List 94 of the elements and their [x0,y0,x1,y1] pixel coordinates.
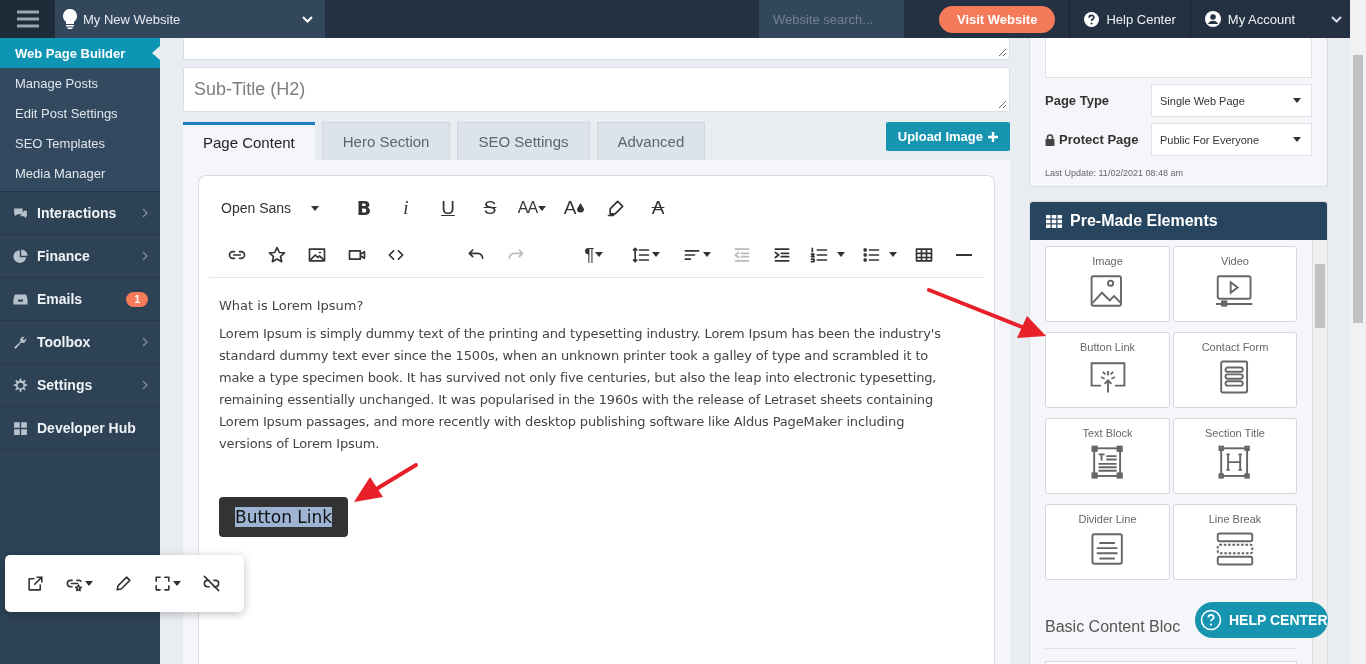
sidebar-item[interactable]: Interactions [0,192,160,235]
plus-icon [988,131,998,142]
caret-icon [888,252,897,257]
protect-page-label: Protect Page [1059,132,1139,147]
paragraph-button[interactable]: ¶ [568,238,620,271]
sidebar-subitem[interactable]: Manage Posts [0,68,160,98]
element-tile[interactable]: Video [1173,246,1297,322]
sidebar-item[interactable]: Emails 1 [0,278,160,321]
caret-icon [173,581,181,586]
subtitle-field[interactable]: Sub-Title (H2) [184,68,1009,111]
sidebar-item[interactable]: Developer Hub [0,407,160,450]
lightbulb-icon [63,9,77,29]
element-tile[interactable]: Text Block [1045,418,1170,494]
caret-icon [651,252,660,257]
tab[interactable]: SEO Settings [457,122,590,160]
caret-icon [702,252,711,257]
strike-button[interactable]: S [469,192,511,224]
external-link-icon [25,574,45,593]
scrollbar[interactable] [1350,0,1366,664]
chevron-down-icon [1331,15,1342,23]
font-select[interactable]: Open Sans [217,192,343,224]
tab[interactable]: Hero Section [321,122,451,160]
body-paragraph: Lorem Ipsum is simply dummy text of the printing and typesetting industry. Lorem Ipsum has been the industry's standard dummy text ever since the 1500s, when an unknown printer took a galley of type and scrambled it to make a type specimen book. It has survived not only five centuries, but also the leap into electronic typesetting, remaining essentially unchanged. It was popularised in the 1960s with the release of Letraset sheets containing Lorem Ipsum passages, and more recently with desktop publishing software like Aldus PageMaker including versions of Lorem Ipsum. [219,325,942,453]
internal-name-field[interactable] [1045,38,1312,78]
caret-icon [837,252,846,257]
help-icon [1084,11,1100,27]
sidebar-subitem[interactable]: SEO Templates [0,128,160,158]
resize-grip-icon [998,100,1007,109]
content-heading: What is Lorem Ipsum? [219,298,365,313]
sidebar-item[interactable]: Finance [0,235,160,278]
page-type-label: Page Type [1045,93,1110,108]
count-badge: 1 [126,291,148,307]
sidebar-item[interactable]: Toolbox [0,321,160,364]
chevron-down-icon [302,15,313,23]
caret-icon [1293,137,1301,142]
pie-chart-icon [12,247,29,265]
caret-icon [538,205,547,211]
caret-icon [85,581,93,586]
caret-icon [595,252,604,257]
grid-icon [12,419,29,437]
bold-button[interactable]: B [343,192,385,224]
break-element-icon [1216,531,1254,567]
clear-button[interactable]: A [637,192,679,224]
caret-icon [1293,98,1301,103]
resize-grip-icon [998,48,1007,57]
settings-icon [12,376,29,394]
help-center-button[interactable]: HELP CENTER [1195,602,1328,638]
protect-page-select[interactable]: Public For Everyone [1151,123,1312,156]
title-field[interactable] [183,38,1010,60]
site-selector[interactable]: My New Website [55,0,325,38]
size-button[interactable]: AA [511,192,553,224]
sidebar-subitem[interactable]: Media Manager [0,158,160,188]
element-tile[interactable]: Divider Line [1045,504,1170,580]
caret-icon [311,205,319,211]
chevron-right-icon [142,251,148,261]
video-element-icon [1216,273,1254,309]
element-tile[interactable]: Image [1045,246,1170,322]
help-icon [1199,608,1223,632]
upload-image-button[interactable]: Upload Image [885,122,1010,151]
sidebar-subitem[interactable]: Web Page Builder [0,38,160,68]
account-menu[interactable]: My Account [1190,0,1323,38]
panel-title: Pre-Made Elements [1070,212,1218,230]
pencil-icon [113,574,133,593]
page-type-select[interactable]: Single Web Page [1151,84,1312,117]
search-field[interactable]: Website search... [759,0,904,38]
element-tile[interactable]: Section Title [1173,418,1297,494]
unlink-icon [201,574,221,593]
element-tile[interactable]: Contact Form [1173,332,1297,408]
element-tile[interactable]: Button Link [1045,332,1170,408]
star-icon [266,244,287,265]
highlight-icon [606,198,626,218]
tab[interactable]: Page Content [183,122,315,160]
chevron-right-icon [142,337,148,347]
tab[interactable]: Advanced [596,122,706,160]
sidebar-item[interactable]: Settings [0,364,160,407]
underline-button[interactable]: U [427,192,469,224]
rule-icon [956,253,972,256]
grid-icon [1046,214,1062,228]
element-tile[interactable]: Line Break [1173,504,1297,580]
sidebar-subitem[interactable]: Edit Post Settings [0,98,160,128]
italic-button[interactable]: i [385,192,427,224]
last-update-text: Last Update: 11/02/2021 08:48 am [1045,168,1184,178]
menu-icon [16,10,39,28]
color-button[interactable]: A [553,192,595,224]
fullscreen-icon [153,574,172,593]
button-link[interactable]: Button Link [219,497,349,537]
lock-icon [1045,133,1055,146]
chevron-right-icon [142,380,148,390]
chevron-right-icon [142,208,148,218]
user-icon [1204,11,1221,27]
menu-button[interactable] [0,0,55,38]
button-element-icon [1088,359,1127,395]
drop-icon [577,203,585,213]
arrow [354,463,418,502]
